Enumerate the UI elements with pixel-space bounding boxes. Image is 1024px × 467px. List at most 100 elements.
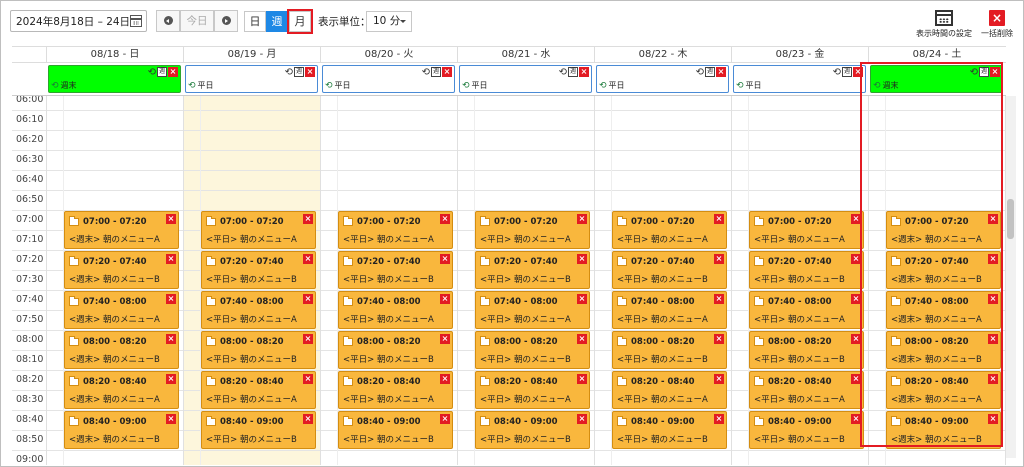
calendar-event[interactable]: 07:00 - 07:20 <週末> 朝のメニューA × — [64, 211, 179, 249]
close-icon[interactable]: × — [851, 214, 861, 224]
day-header[interactable]: 08/20 - 火 — [320, 47, 457, 63]
allday-event[interactable]: ⟲ 週 × ⟲ 週末 — [48, 65, 181, 93]
week-icon[interactable]: 週 — [705, 67, 715, 77]
close-icon[interactable]: × — [442, 67, 452, 77]
allday-event[interactable]: ⟲ 週 × ⟲ 週末 — [870, 65, 1003, 93]
calendar-event[interactable]: 08:20 - 08:40 <平日> 朝のメニューA × — [749, 371, 864, 409]
close-icon[interactable]: × — [988, 334, 998, 344]
week-icon[interactable]: 週 — [568, 67, 578, 77]
close-icon[interactable]: × — [990, 67, 1000, 77]
close-icon[interactable]: × — [166, 294, 176, 304]
next-week-button[interactable] — [214, 10, 238, 32]
close-icon[interactable]: × — [714, 334, 724, 344]
time-slot[interactable]: 09:00 — [12, 450, 1006, 465]
calendar-event[interactable]: 07:40 - 08:00 <週末> 朝のメニューA × — [64, 291, 179, 329]
display-time-settings-button[interactable]: 表示時間の設定 — [914, 10, 974, 39]
close-icon[interactable]: × — [440, 374, 450, 384]
close-icon[interactable]: × — [577, 334, 587, 344]
calendar-event[interactable]: 08:40 - 09:00 <平日> 朝のメニューB × — [201, 411, 316, 449]
close-icon[interactable]: × — [166, 374, 176, 384]
time-slot[interactable]: 06:00 — [12, 96, 1006, 110]
allday-event[interactable]: ⟲ 週 × ⟲ 平日 — [459, 65, 592, 93]
close-icon[interactable]: × — [988, 294, 998, 304]
calendar-event[interactable]: 08:40 - 09:00 <週末> 朝のメニューB × — [64, 411, 179, 449]
calendar-event[interactable]: 08:40 - 09:00 <平日> 朝のメニューB × — [475, 411, 590, 449]
close-icon[interactable]: × — [988, 374, 998, 384]
close-icon[interactable]: × — [714, 214, 724, 224]
time-slot[interactable]: 06:20 — [12, 130, 1006, 150]
vertical-scrollbar[interactable] — [1006, 96, 1016, 458]
calendar-event[interactable]: 07:40 - 08:00 <週末> 朝のメニューA × — [886, 291, 1001, 329]
week-icon[interactable]: 週 — [979, 67, 989, 77]
close-icon[interactable]: × — [714, 374, 724, 384]
calendar-event[interactable]: 07:20 - 07:40 <週末> 朝のメニューB × — [64, 251, 179, 289]
repeat-icon[interactable]: ⟲ — [559, 67, 567, 78]
week-icon[interactable]: 週 — [294, 67, 304, 77]
calendar-event[interactable]: 08:20 - 08:40 <週末> 朝のメニューA × — [886, 371, 1001, 409]
close-icon[interactable]: × — [303, 214, 313, 224]
close-icon[interactable]: × — [440, 214, 450, 224]
prev-week-button[interactable] — [156, 10, 180, 32]
close-icon[interactable]: × — [714, 414, 724, 424]
calendar-event[interactable]: 07:20 - 07:40 <平日> 朝のメニューB × — [338, 251, 453, 289]
calendar-event[interactable]: 08:00 - 08:20 <平日> 朝のメニューB × — [201, 331, 316, 369]
day-header[interactable]: 08/18 - 日 — [46, 47, 183, 63]
day-header[interactable]: 08/19 - 月 — [183, 47, 320, 63]
close-icon[interactable]: × — [440, 334, 450, 344]
time-slot[interactable]: 06:40 — [12, 170, 1006, 190]
calendar-event[interactable]: 08:00 - 08:20 <週末> 朝のメニューB × — [64, 331, 179, 369]
close-icon[interactable]: × — [853, 67, 863, 77]
day-header[interactable]: 08/24 - 土 — [868, 47, 1005, 63]
calendar-event[interactable]: 07:40 - 08:00 <平日> 朝のメニューA × — [749, 291, 864, 329]
calendar-event[interactable]: 07:40 - 08:00 <平日> 朝のメニューA × — [612, 291, 727, 329]
allday-event[interactable]: ⟲ 週 × ⟲ 平日 — [733, 65, 866, 93]
calendar-event[interactable]: 07:00 - 07:20 <平日> 朝のメニューA × — [749, 211, 864, 249]
allday-event[interactable]: ⟲ 週 × ⟲ 平日 — [322, 65, 455, 93]
calendar-icon[interactable] — [130, 15, 142, 27]
close-icon[interactable]: × — [303, 334, 313, 344]
calendar-event[interactable]: 07:40 - 08:00 <平日> 朝のメニューA × — [338, 291, 453, 329]
close-icon[interactable]: × — [714, 254, 724, 264]
close-icon[interactable]: × — [577, 374, 587, 384]
week-icon[interactable]: 週 — [157, 67, 167, 77]
time-slot[interactable]: 06:50 — [12, 190, 1006, 210]
close-icon[interactable]: × — [851, 334, 861, 344]
close-icon[interactable]: × — [851, 374, 861, 384]
close-icon[interactable]: × — [166, 414, 176, 424]
calendar-event[interactable]: 07:20 - 07:40 <平日> 朝のメニューB × — [201, 251, 316, 289]
time-slot[interactable]: 06:10 — [12, 110, 1006, 130]
calendar-event[interactable]: 08:40 - 09:00 <週末> 朝のメニューB × — [886, 411, 1001, 449]
repeat-icon[interactable]: ⟲ — [833, 67, 841, 78]
repeat-icon[interactable]: ⟲ — [970, 67, 978, 78]
week-icon[interactable]: 週 — [431, 67, 441, 77]
calendar-event[interactable]: 07:40 - 08:00 <平日> 朝のメニューA × — [201, 291, 316, 329]
repeat-icon[interactable]: ⟲ — [696, 67, 704, 78]
calendar-event[interactable]: 08:20 - 08:40 <週末> 朝のメニューA × — [64, 371, 179, 409]
close-icon[interactable]: × — [168, 67, 178, 77]
calendar-event[interactable]: 08:00 - 08:20 <平日> 朝のメニューB × — [749, 331, 864, 369]
close-icon[interactable]: × — [440, 414, 450, 424]
calendar-event[interactable]: 08:20 - 08:40 <平日> 朝のメニューA × — [201, 371, 316, 409]
scrollbar-thumb[interactable] — [1007, 199, 1014, 239]
close-icon[interactable]: × — [303, 374, 313, 384]
calendar-event[interactable]: 07:00 - 07:20 <平日> 朝のメニューA × — [201, 211, 316, 249]
calendar-event[interactable]: 07:20 - 07:40 <平日> 朝のメニューB × — [749, 251, 864, 289]
calendar-event[interactable]: 08:00 - 08:20 <平日> 朝のメニューB × — [338, 331, 453, 369]
repeat-icon[interactable]: ⟲ — [422, 67, 430, 78]
time-slot[interactable]: 06:30 — [12, 150, 1006, 170]
close-icon[interactable]: × — [440, 254, 450, 264]
calendar-event[interactable]: 07:00 - 07:20 <平日> 朝のメニューA × — [612, 211, 727, 249]
close-icon[interactable]: × — [166, 334, 176, 344]
date-range-picker[interactable]: 2024年8月18日 – 24日 — [10, 10, 147, 32]
calendar-event[interactable]: 08:40 - 09:00 <平日> 朝のメニューB × — [612, 411, 727, 449]
day-header[interactable]: 08/22 - 木 — [594, 47, 731, 63]
today-button[interactable]: 今日 — [180, 10, 214, 32]
close-icon[interactable]: × — [988, 214, 998, 224]
close-icon[interactable]: × — [577, 294, 587, 304]
calendar-event[interactable]: 07:20 - 07:40 <平日> 朝のメニューB × — [475, 251, 590, 289]
close-icon[interactable]: × — [303, 254, 313, 264]
calendar-event[interactable]: 08:40 - 09:00 <平日> 朝のメニューB × — [338, 411, 453, 449]
delete-all-button[interactable]: × 一括削除 — [980, 10, 1014, 39]
unit-select[interactable]: 10 分 — [366, 11, 412, 32]
calendar-event[interactable]: 08:20 - 08:40 <平日> 朝のメニューA × — [612, 371, 727, 409]
